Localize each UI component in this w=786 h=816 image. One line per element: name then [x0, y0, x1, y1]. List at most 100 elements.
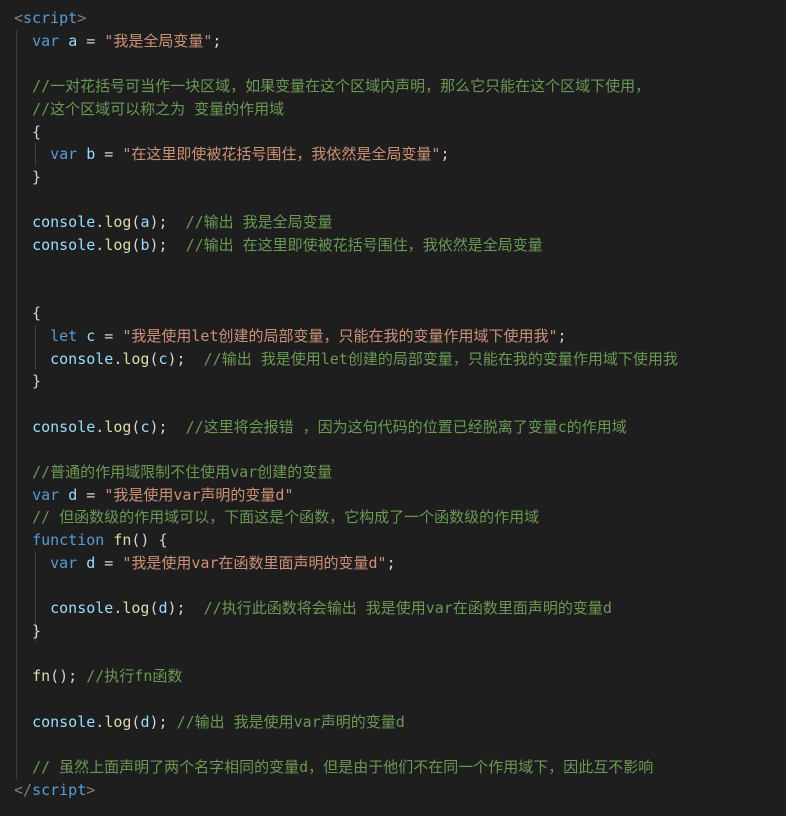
code-line-28[interactable]: }	[14, 620, 786, 642]
code-token: "我是全局变量"	[104, 31, 213, 50]
code-line-5[interactable]: //这个区域可以称之为 变量的作用域	[14, 98, 786, 120]
code-line-32[interactable]: console.log(d); //输出 我是使用var声明的变量d	[14, 711, 786, 733]
code-token: }	[14, 621, 42, 640]
code-line-16[interactable]: console.log(c); //输出 我是使用let创建的局部变量，只能在我…	[14, 348, 786, 370]
code-token: "我是使用let创建的局部变量，只能在我的变量作用域下使用我"	[122, 326, 558, 345]
code-token: //输出 我是使用var声明的变量d	[176, 712, 405, 731]
code-line-10[interactable]: console.log(a); //输出 我是全局变量	[14, 211, 786, 233]
code-line-25[interactable]: var d = "我是使用var在函数里面声明的变量d";	[14, 552, 786, 574]
code-token: .	[95, 417, 105, 436]
code-line-12[interactable]	[14, 257, 786, 279]
code-token: //输出 我是使用let创建的局部变量，只能在我的变量作用域下使用我	[203, 349, 678, 368]
code-token: //执行此函数将会输出 我是使用var在函数里面声明的变量d	[203, 599, 612, 618]
code-token: () {	[131, 531, 168, 550]
code-token: .	[95, 236, 105, 254]
code-token: c	[158, 349, 168, 368]
code-line-7[interactable]: var b = "在这里即使被花括号围住，我依然是全局变量";	[14, 143, 786, 165]
code-token: );	[149, 417, 186, 436]
code-token: );	[149, 236, 186, 254]
code-token: function	[32, 531, 105, 550]
code-line-31[interactable]	[14, 688, 786, 710]
code-token: // 虽然上面声明了两个名字相同的变量d，但是由于他们不在同一个作用域下，因此互…	[32, 758, 654, 777]
code-token: {	[14, 304, 42, 323]
code-line-29[interactable]	[14, 643, 786, 665]
code-token: //一对花括号可当作一块区域，如果变量在这个区域内声明，那么它只能在这个区域下使…	[32, 77, 651, 96]
code-line-22[interactable]: var d = "我是使用var声明的变量d"	[14, 484, 786, 506]
code-token: console	[32, 236, 96, 254]
code-line-18[interactable]	[14, 393, 786, 415]
code-token: ;	[386, 553, 396, 572]
code-line-35[interactable]: </script>	[14, 779, 786, 801]
code-token: fn	[32, 667, 51, 686]
code-token: log	[122, 599, 150, 618]
code-line-3[interactable]	[14, 52, 786, 74]
code-token: {	[14, 122, 42, 141]
code-line-9[interactable]	[14, 189, 786, 211]
code-line-34[interactable]: // 虽然上面声明了两个名字相同的变量d，但是由于他们不在同一个作用域下，因此互…	[14, 756, 786, 778]
code-token: </	[14, 780, 33, 799]
code-token: }	[14, 372, 42, 391]
code-line-14[interactable]: {	[14, 302, 786, 324]
code-line-19[interactable]: console.log(c); //这里将会报错 ，因为这句代码的位置已经脱离了…	[14, 416, 786, 438]
code-token: =	[95, 145, 123, 164]
code-token: //输出 我是全局变量	[185, 213, 333, 232]
code-token: ;	[212, 31, 222, 50]
code-line-17[interactable]: }	[14, 370, 786, 392]
code-line-23[interactable]: // 但函数级的作用域可以，下面这是个函数，它构成了一个函数级的作用域	[14, 506, 786, 528]
code-token: log	[122, 349, 150, 368]
code-line-33[interactable]	[14, 733, 786, 755]
code-token: var	[50, 145, 78, 164]
code-line-27[interactable]: console.log(d); //执行此函数将会输出 我是使用var在函数里面…	[14, 597, 786, 619]
code-line-20[interactable]	[14, 438, 786, 460]
code-token: (	[149, 599, 159, 618]
code-token: console	[32, 213, 96, 232]
code-line-8[interactable]: }	[14, 166, 786, 188]
code-line-13[interactable]	[14, 279, 786, 301]
code-token: log	[104, 712, 132, 731]
code-token: log	[104, 417, 132, 436]
code-token: //这个区域可以称之为 变量的作用域	[32, 99, 285, 118]
code-token: //执行fn函数	[86, 667, 183, 686]
code-token: fn	[113, 531, 132, 550]
code-token: //这里将会报错 ，因为这句代码的位置已经脱离了变量c的作用域	[185, 417, 627, 436]
code-line-26[interactable]	[14, 575, 786, 597]
code-token: <	[14, 9, 24, 27]
code-editor[interactable]: <script> var a = "我是全局变量"; //一对花括号可当作一块区…	[0, 0, 786, 816]
code-line-11[interactable]: console.log(b); //输出 在这里即使被花括号围住，我依然是全局变…	[14, 234, 786, 256]
code-token: =	[95, 326, 123, 345]
code-token: console	[50, 349, 114, 368]
code-line-15[interactable]: let c = "我是使用let创建的局部变量，只能在我的变量作用域下使用我";	[14, 325, 786, 347]
code-line-24[interactable]: function fn() {	[14, 529, 786, 551]
code-token: ;	[557, 326, 567, 345]
code-line-1[interactable]: <script>	[14, 7, 786, 29]
code-token: console	[32, 417, 96, 436]
code-token: .	[95, 213, 105, 232]
code-line-6[interactable]: {	[14, 121, 786, 143]
code-line-2[interactable]: var a = "我是全局变量";	[14, 30, 786, 52]
code-token: log	[104, 213, 132, 232]
code-line-4[interactable]: //一对花括号可当作一块区域，如果变量在这个区域内声明，那么它只能在这个区域下使…	[14, 75, 786, 97]
code-token: );	[149, 712, 177, 731]
code-token: =	[77, 31, 105, 50]
code-line-30[interactable]: fn(); //执行fn函数	[14, 665, 786, 687]
code-token: "在这里即使被花括号围住，我依然是全局变量"	[122, 145, 441, 164]
code-line-21[interactable]: //普通的作用域限制不住使用var创建的变量	[14, 461, 786, 483]
